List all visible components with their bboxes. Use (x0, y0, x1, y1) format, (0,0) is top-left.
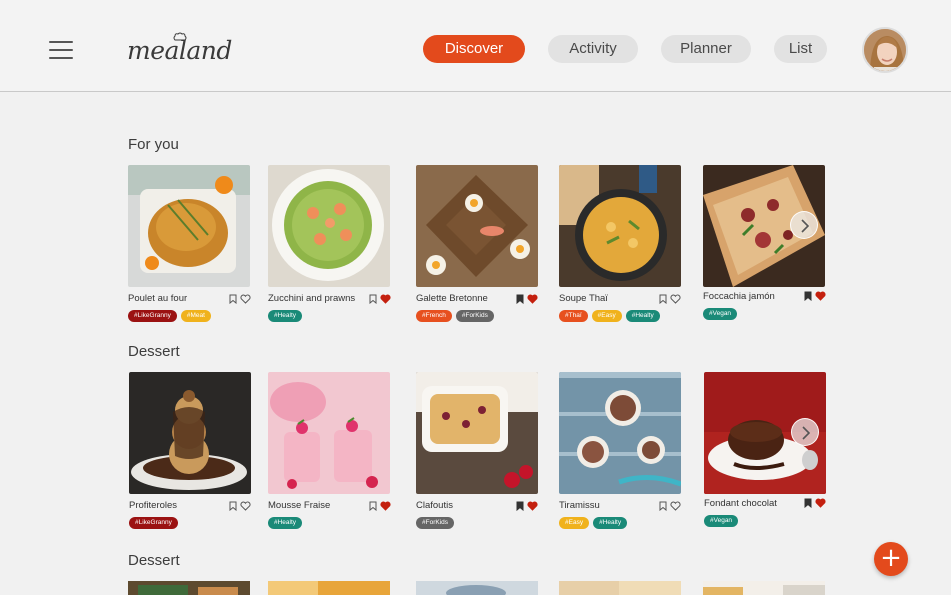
chevron-right-icon (801, 219, 810, 233)
tag-list: #Vegan (703, 308, 738, 320)
tag-list: #Vegan (704, 515, 739, 527)
tag[interactable]: #Healty (593, 517, 628, 529)
nav-planner[interactable]: Planner (661, 35, 751, 63)
chef-hat-icon (173, 32, 187, 41)
tag-list: #Thaï #Easy #Healty (559, 310, 660, 322)
tag-list: #Healty (268, 310, 303, 322)
recipe-image[interactable] (129, 372, 251, 494)
bookmark-icon[interactable] (229, 294, 237, 304)
recipe-name: Galette Bretonne (416, 293, 488, 304)
heart-icon[interactable] (380, 294, 391, 304)
heart-icon[interactable] (670, 501, 681, 511)
bookmark-icon[interactable] (804, 498, 812, 508)
tag[interactable]: #Vegan (704, 515, 739, 527)
carousel-next-button[interactable] (790, 211, 818, 239)
tag[interactable]: #ForKids (455, 310, 494, 322)
add-recipe-button[interactable]: + (874, 542, 908, 576)
section-title-dessert: Dessert (128, 343, 180, 360)
tag-list: #LikeGranny #Meat (128, 310, 211, 322)
tag-list: #Easy #Healty (559, 517, 628, 529)
recipe-image[interactable] (416, 581, 538, 595)
bookmark-icon[interactable] (804, 291, 812, 301)
recipe-image[interactable] (268, 372, 390, 494)
heart-icon[interactable] (240, 501, 251, 511)
bookmark-icon[interactable] (229, 501, 237, 511)
heart-icon[interactable] (815, 291, 826, 301)
tag[interactable]: #Healty (268, 310, 303, 322)
bookmark-icon[interactable] (369, 501, 377, 511)
tag-list: #Healty (268, 517, 303, 529)
heart-icon[interactable] (380, 501, 391, 511)
chevron-right-icon (802, 426, 811, 440)
tag[interactable]: #Easy (559, 517, 590, 529)
recipe-name: Tiramissu (559, 500, 600, 511)
tag-list: #ForKids (416, 517, 455, 529)
section-title-for-you: For you (128, 136, 179, 153)
recipe-image[interactable] (703, 581, 825, 595)
bookmark-icon[interactable] (516, 294, 524, 304)
tag[interactable]: #LikeGranny (129, 517, 178, 529)
avatar[interactable] (862, 27, 908, 73)
bookmark-icon[interactable] (659, 294, 667, 304)
tag-list: #LikeGranny (129, 517, 178, 529)
recipe-name: Clafoutis (416, 500, 453, 511)
user-photo-icon (864, 29, 906, 71)
section-title-dessert: Dessert (128, 552, 180, 569)
tag[interactable]: #Easy (591, 310, 622, 322)
bookmark-icon[interactable] (369, 294, 377, 304)
nav-activity[interactable]: Activity (548, 35, 638, 63)
heart-icon[interactable] (527, 501, 538, 511)
recipe-image[interactable] (268, 581, 390, 595)
tag[interactable]: #Thaï (559, 310, 588, 322)
nav-list[interactable]: List (774, 35, 827, 63)
logo[interactable]: mealand (127, 32, 232, 68)
heart-icon[interactable] (527, 294, 538, 304)
recipe-image[interactable] (128, 581, 250, 595)
recipe-name: Fondant chocolat (704, 498, 777, 509)
menu-icon[interactable] (49, 41, 73, 61)
recipe-image[interactable] (559, 581, 681, 595)
recipe-image[interactable] (416, 165, 538, 287)
recipe-image[interactable] (559, 372, 681, 494)
tag[interactable]: #Healty (625, 310, 660, 322)
recipe-name: Mousse Fraise (268, 500, 331, 511)
tag[interactable]: #Vegan (703, 308, 738, 320)
recipe-image[interactable] (416, 372, 538, 494)
recipe-name: Soupe Thaï (559, 293, 608, 304)
tag-list: #French #ForKids (416, 310, 494, 322)
tag[interactable]: #LikeGranny (128, 310, 177, 322)
recipe-name: Poulet au four (128, 293, 188, 304)
bookmark-icon[interactable] (516, 501, 524, 511)
heart-icon[interactable] (240, 294, 251, 304)
tag[interactable]: #ForKids (416, 517, 455, 529)
heart-icon[interactable] (815, 498, 826, 508)
recipe-name: Foccachia jamón (703, 291, 775, 302)
top-header: mealand Discover Activity Planner List (0, 0, 951, 92)
recipe-image[interactable] (128, 165, 250, 287)
tag[interactable]: #French (416, 310, 452, 322)
recipe-image[interactable] (268, 165, 390, 287)
nav-discover[interactable]: Discover (423, 35, 525, 63)
tag[interactable]: #Healty (268, 517, 303, 529)
recipe-image[interactable] (559, 165, 681, 287)
carousel-next-button[interactable] (791, 418, 819, 446)
recipe-name: Profiteroles (129, 500, 178, 511)
recipe-name: Zucchini and prawns (268, 293, 356, 304)
bookmark-icon[interactable] (659, 501, 667, 511)
tag[interactable]: #Meat (180, 310, 211, 322)
heart-icon[interactable] (670, 294, 681, 304)
